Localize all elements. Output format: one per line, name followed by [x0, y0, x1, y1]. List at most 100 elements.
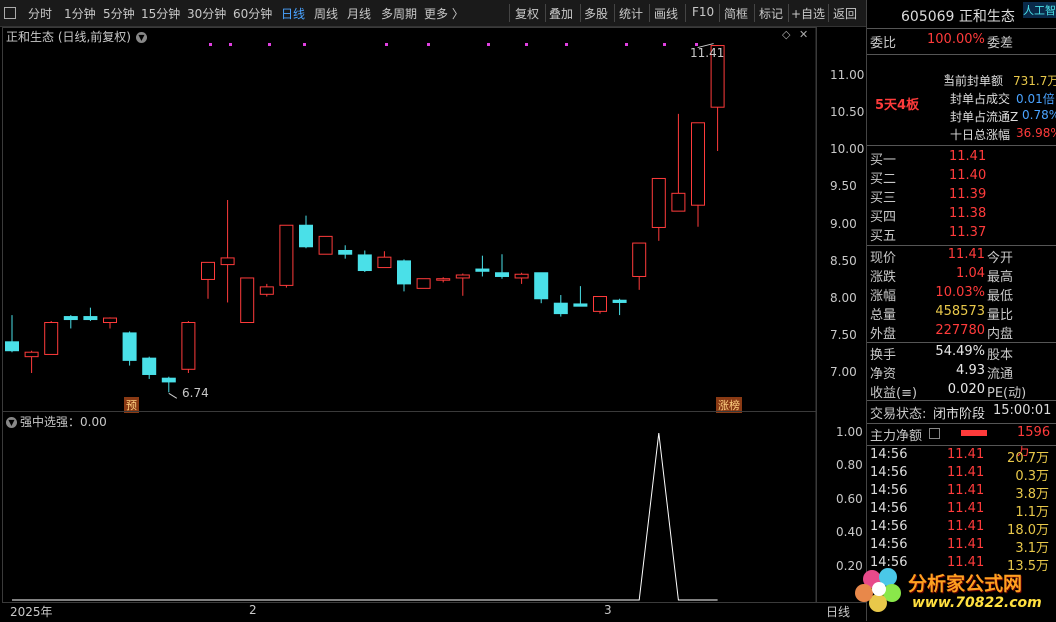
watermark-url: www.70822.com [912, 595, 1042, 611]
candle[interactable] [377, 251, 392, 269]
main-net-row: 主力净额 1596万 [870, 425, 1051, 459]
candle[interactable] [593, 296, 607, 314]
candle[interactable] [161, 376, 176, 393]
tick-trade-row: 14:56 11.41 1.1万 [870, 501, 1049, 520]
candle[interactable] [436, 277, 451, 283]
candle[interactable] [514, 272, 529, 284]
candle[interactable] [534, 272, 549, 304]
high-price-label: 11.41 [690, 46, 725, 60]
candle[interactable] [220, 199, 235, 303]
bid-row[interactable]: 买一 11.41 [867, 149, 1056, 168]
indicator-title[interactable]: ▼ 强中选强：0.00 [6, 413, 107, 430]
x-axis-label-mar: 3 [604, 603, 612, 617]
candle[interactable] [691, 122, 705, 227]
candle[interactable] [573, 286, 588, 307]
kline-y-tick: 8.00 [830, 290, 857, 305]
stat-row: 涨幅 10.03% 最低 [870, 285, 1014, 304]
candle[interactable] [632, 242, 647, 290]
signal-dot [487, 43, 490, 46]
trade-status-row: 交易状态: 闭市阶段 15:00:01 [870, 403, 1052, 422]
up-arrow-icon: ↑ [943, 72, 953, 85]
stock-code-name[interactable]: 605069 正和生态 [901, 6, 1015, 26]
indicator-y-tick: 0.80 [836, 458, 863, 473]
candle[interactable] [397, 259, 411, 292]
stat-row: 现价 11.41 今开 [870, 247, 1014, 266]
stat-row: 外盘 227780 内盘 [870, 323, 1014, 342]
candle[interactable] [357, 250, 372, 273]
signal-dot [385, 43, 388, 46]
candle[interactable] [122, 331, 137, 366]
stat-row: 涨跌 1.04 最高 [870, 266, 1014, 285]
indicator-y-tick: 0.60 [836, 491, 863, 506]
candle[interactable] [710, 45, 725, 151]
signal-dot [525, 43, 528, 46]
kline-y-tick: 9.50 [830, 179, 857, 194]
signal-dot [268, 43, 271, 46]
stat-row: 换手 54.49% 股本 [870, 344, 1014, 363]
kline-y-tick: 7.50 [830, 327, 857, 342]
candle[interactable] [416, 278, 431, 289]
bid-row[interactable]: 买五 11.37 [867, 225, 1056, 244]
candle[interactable] [63, 315, 78, 329]
bid-row[interactable]: 买二 11.40 [867, 168, 1056, 187]
kline-y-tick: 9.00 [830, 216, 857, 231]
tick-trade-row: 14:56 11.41 3.8万 [870, 483, 1049, 502]
candle[interactable] [475, 255, 490, 277]
candle[interactable] [103, 317, 117, 329]
candle[interactable] [259, 283, 274, 297]
candle[interactable] [181, 321, 196, 373]
signal-dot [625, 43, 628, 46]
list-icon[interactable] [929, 428, 940, 439]
bid-row[interactable]: 买四 11.38 [867, 206, 1056, 225]
candle[interactable] [44, 321, 59, 355]
candle[interactable] [279, 224, 294, 288]
stat-row: 总量 458573 量比 [870, 304, 1014, 323]
indicator-y-tick: 0.40 [836, 525, 863, 540]
signal-dot [427, 43, 430, 46]
low-arrow [168, 392, 178, 399]
signal-dot [565, 43, 568, 46]
weibi-row: 委比 100.00% 委差 [870, 32, 1014, 51]
watermark-logo: 分析家公式网 www.70822.com [846, 557, 1056, 621]
candle[interactable] [318, 235, 333, 255]
net-flow-bar [961, 430, 987, 436]
candle[interactable] [201, 261, 215, 299]
kline-y-tick: 10.50 [830, 105, 865, 120]
candle[interactable] [651, 177, 666, 241]
candle[interactable] [142, 356, 157, 379]
watermark-title: 分析家公式网 [908, 573, 1023, 595]
stat-row: 净资 4.93 流通 [870, 363, 1014, 382]
kline-y-tick: 11.00 [830, 68, 865, 82]
indicator-frame [2, 411, 817, 603]
candle[interactable] [299, 215, 313, 249]
x-axis-label-feb: 2 [249, 603, 257, 617]
signal-dot [209, 43, 212, 46]
tick-trade-row: 14:56 11.41 0.3万 [870, 465, 1049, 484]
candle[interactable] [553, 295, 568, 317]
quote-panel: 605069 正和生态 人工智 委比 100.00% 委差 5天4板 当前封单额… [866, 0, 1056, 621]
tick-trade-row: 14:56 11.41 18.0万 [870, 519, 1049, 538]
candle[interactable] [83, 307, 98, 322]
tick-trade-row: 14:56 11.41 20.7万 [870, 447, 1049, 466]
x-axis [2, 602, 866, 622]
low-price-label: 6.74 [182, 386, 209, 400]
signal-dot [303, 43, 306, 46]
candle[interactable] [5, 315, 19, 353]
tick-trade-row: 14:56 11.41 3.1万 [870, 537, 1049, 556]
quote-header: 605069 正和生态 人工智 [867, 0, 1056, 29]
bid-row[interactable]: 买三 11.39 [867, 187, 1056, 206]
candle[interactable] [612, 298, 627, 316]
kline-y-tick: 8.50 [830, 253, 857, 268]
candle[interactable] [240, 277, 255, 324]
candle[interactable] [24, 350, 39, 373]
candle[interactable] [338, 245, 353, 259]
kline-y-tick: 10.00 [830, 142, 865, 157]
candle[interactable] [495, 254, 509, 279]
candle[interactable] [455, 273, 470, 296]
ai-button[interactable]: 人工智 [1023, 2, 1056, 18]
indicator-title-text: 强中选强：0.00 [20, 415, 107, 429]
stat-row: 收益(≡) 0.020 PE(动) [870, 382, 1027, 401]
candle[interactable] [671, 113, 686, 212]
chevron-down-icon[interactable]: ▼ [6, 417, 17, 428]
signal-dot [229, 43, 232, 46]
